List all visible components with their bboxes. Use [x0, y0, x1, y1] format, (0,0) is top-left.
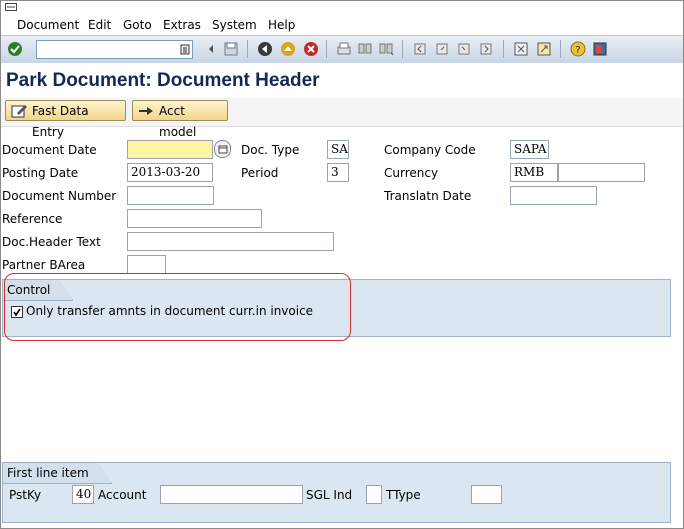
- posting-date-label: Posting Date: [2, 166, 79, 180]
- expand-toolbar-icon[interactable]: [203, 41, 219, 57]
- menu-bar: Document Edit Goto Extras System Help: [1, 1, 683, 35]
- partner-barea-label: Partner BArea: [2, 258, 86, 272]
- account-field[interactable]: [160, 485, 303, 504]
- toolbar-separator: [247, 40, 248, 58]
- exchange-rate-field[interactable]: [558, 163, 645, 182]
- first-line-item-title: First line item: [3, 463, 112, 484]
- ttype-label: TType: [386, 488, 421, 502]
- date-picker-button[interactable]: [214, 140, 231, 158]
- fast-data-entry-button[interactable]: Fast Data Entry: [5, 100, 126, 139]
- currency-field[interactable]: RMB: [510, 163, 558, 182]
- period-field[interactable]: 3: [327, 163, 349, 182]
- find-icon[interactable]: [357, 41, 373, 57]
- first-page-icon[interactable]: [412, 41, 428, 57]
- previous-page-icon[interactable]: [434, 41, 450, 57]
- toolbar-separator: [503, 40, 504, 58]
- system-menu-icon[interactable]: [5, 3, 17, 11]
- translatn-date-field[interactable]: [510, 186, 597, 205]
- posting-date-field[interactable]: 2013-03-20: [127, 163, 213, 182]
- toolbar-separator: [402, 40, 403, 58]
- exit-icon[interactable]: [280, 41, 296, 57]
- pointing-hand-icon: [139, 107, 153, 115]
- account-label: Account: [98, 488, 147, 502]
- find-next-icon[interactable]: [378, 41, 394, 57]
- page-title: Park Document: Document Header: [6, 70, 320, 91]
- save-icon[interactable]: [223, 41, 239, 57]
- partner-barea-field[interactable]: [127, 255, 166, 274]
- doc-header-text-label: Doc.Header Text: [2, 235, 101, 249]
- translatn-date-label: Translatn Date: [384, 189, 472, 203]
- next-page-icon[interactable]: [456, 41, 472, 57]
- doc-type-field[interactable]: SA: [327, 140, 349, 159]
- fast-data-entry-label: Fast Data Entry: [32, 104, 89, 139]
- period-label: Period: [241, 166, 279, 180]
- help-icon[interactable]: ?: [570, 41, 586, 57]
- title-bar: Park Document: Document Header: [1, 63, 683, 99]
- company-code-label: Company Code: [384, 143, 476, 157]
- command-field[interactable]: [36, 40, 193, 59]
- sgl-ind-field[interactable]: [366, 485, 382, 504]
- annotation-highlight: [4, 273, 351, 341]
- last-page-icon[interactable]: [478, 41, 494, 57]
- reference-field[interactable]: [127, 209, 262, 228]
- edit-form-icon: [11, 105, 27, 118]
- create-session-icon[interactable]: [513, 41, 529, 57]
- pstky-field[interactable]: 40: [72, 485, 94, 504]
- cancel-icon[interactable]: [303, 41, 319, 57]
- back-icon[interactable]: [257, 41, 273, 57]
- enter-icon[interactable]: [7, 41, 23, 57]
- menu-system[interactable]: System: [212, 18, 257, 32]
- doc-type-label: Doc. Type: [241, 143, 300, 157]
- sgl-ind-label: SGL Ind: [306, 488, 353, 502]
- ttype-field[interactable]: [471, 485, 502, 504]
- menu-help[interactable]: Help: [268, 18, 295, 32]
- standard-toolbar: ?: [1, 35, 683, 64]
- toolbar-separator: [560, 40, 561, 58]
- acct-model-button[interactable]: Acct model: [132, 100, 228, 139]
- menu-goto[interactable]: Goto: [123, 18, 152, 32]
- company-code-field[interactable]: SAPA: [510, 140, 549, 159]
- menu-document[interactable]: Document: [17, 18, 79, 32]
- history-dropdown-icon[interactable]: [180, 44, 190, 55]
- document-date-label: Document Date: [2, 143, 97, 157]
- document-number-field[interactable]: [127, 186, 214, 205]
- customize-layout-icon[interactable]: [592, 41, 608, 57]
- calendar-icon: [218, 145, 228, 154]
- acct-model-label: Acct model: [159, 104, 197, 139]
- document-date-field[interactable]: [127, 140, 213, 159]
- menu-edit[interactable]: Edit: [88, 18, 111, 32]
- currency-label: Currency: [384, 166, 439, 180]
- pstky-label: PstKy: [9, 488, 42, 502]
- sap-window: Document Edit Goto Extras System Help ? …: [0, 0, 684, 529]
- reference-label: Reference: [2, 212, 63, 226]
- toolbar-separator: [326, 40, 327, 58]
- menu-extras[interactable]: Extras: [163, 18, 201, 32]
- document-number-label: Document Number: [2, 189, 117, 203]
- doc-header-text-field[interactable]: [127, 232, 334, 251]
- first-line-item-group: First line item PstKy 40 Account SGL Ind…: [2, 462, 671, 523]
- print-icon[interactable]: [336, 41, 352, 57]
- application-toolbar: Fast Data Entry Acct model: [1, 98, 683, 139]
- shortcut-icon[interactable]: [536, 41, 552, 57]
- svg-text:?: ?: [575, 45, 580, 56]
